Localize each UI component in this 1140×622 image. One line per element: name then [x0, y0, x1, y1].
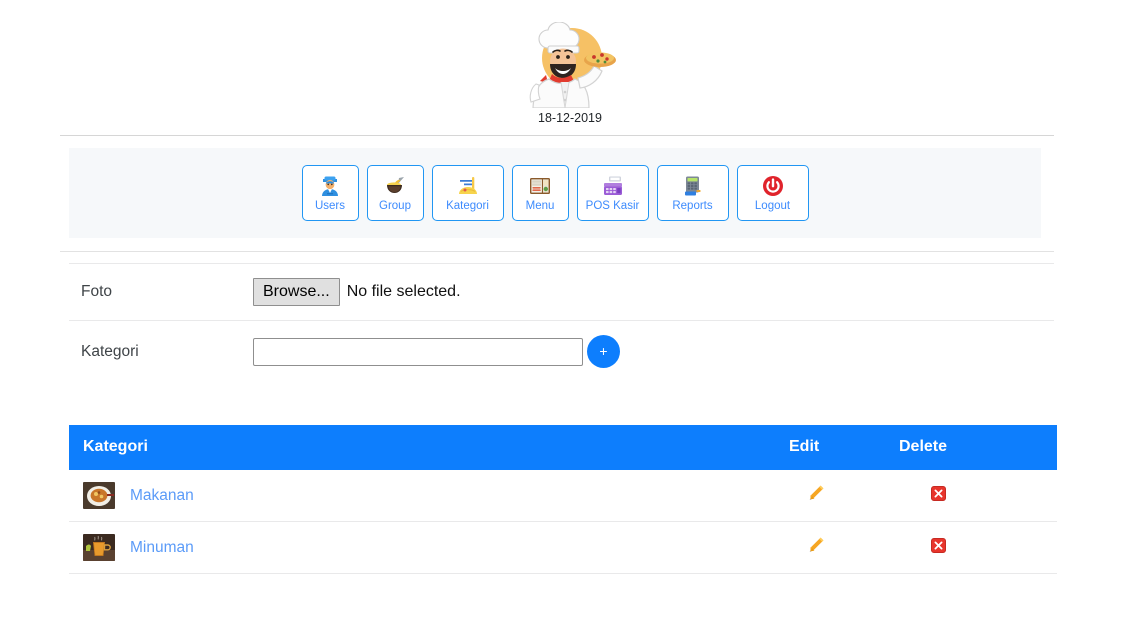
nav-button-reports[interactable]: Reports	[656, 165, 729, 221]
upload-form: Foto Browse... No file selected. Kategor…	[69, 263, 1054, 382]
file-status-text: No file selected.	[346, 283, 461, 300]
kategori-link[interactable]: Minuman	[130, 539, 194, 557]
form-row-kategori: Kategori +	[69, 320, 1054, 383]
calculator-icon	[681, 173, 705, 199]
power-icon	[761, 173, 785, 199]
kategori-cell-inner: Makanan	[69, 482, 789, 509]
nav-button-kategori[interactable]: Kategori	[431, 165, 504, 221]
nav-label: Users	[314, 200, 346, 212]
red-x-icon[interactable]	[931, 537, 946, 558]
bento-box-icon	[528, 173, 552, 199]
table-row: Makanan	[69, 470, 1057, 522]
kategori-table: Kategori Edit Delete Makanan Minuman	[69, 425, 1057, 574]
kategori-field-cell: +	[253, 321, 1054, 383]
nav-list: Users Group Kategori Menu POS Kasir Repo…	[301, 165, 809, 221]
nav-button-group[interactable]: Group	[366, 165, 424, 221]
nav-button-users[interactable]: Users	[301, 165, 359, 221]
table-header-row: Kategori Edit Delete	[69, 425, 1057, 470]
kategori-link[interactable]: Makanan	[130, 487, 194, 505]
nav-label: POS Kasir	[585, 200, 640, 212]
column-header-kategori: Kategori	[69, 425, 789, 470]
cell-kategori: Makanan	[69, 470, 789, 522]
table-row: Minuman	[69, 522, 1057, 574]
kategori-input[interactable]	[253, 337, 583, 366]
cell-delete	[899, 470, 1057, 522]
kategori-cell-inner: Minuman	[69, 534, 789, 561]
browse-button[interactable]: Browse...	[253, 278, 340, 306]
nav-label: Group	[379, 200, 411, 212]
chef-pizza-logo-icon	[529, 22, 616, 108]
add-kategori-button[interactable]: +	[587, 335, 620, 368]
table-head: Kategori Edit Delete	[69, 425, 1057, 470]
cash-register-icon	[601, 173, 625, 199]
brand-header: 18-12-2019	[0, 0, 1140, 126]
soup-bowl-photo-icon	[83, 482, 115, 509]
kategori-label: Kategori	[81, 342, 139, 360]
file-input[interactable]: Browse... No file selected.	[253, 278, 1054, 306]
cell-edit	[789, 470, 899, 522]
nav-label: Menu	[525, 200, 555, 212]
kategori-input-group: +	[253, 335, 1054, 368]
iced-tea-photo-icon	[83, 534, 115, 561]
form-row-foto: Foto Browse... No file selected.	[69, 263, 1054, 321]
bowl-with-spoon-icon	[383, 173, 407, 199]
cell-edit	[789, 522, 899, 574]
spaghetti-icon	[456, 173, 480, 199]
column-header-edit: Edit	[789, 425, 899, 470]
nav-label: Logout	[754, 200, 791, 212]
nav-label: Kategori	[446, 200, 489, 212]
nav-label: Reports	[672, 200, 713, 212]
table-body: Makanan Minuman	[69, 470, 1057, 574]
nav-button-menu[interactable]: Menu	[511, 165, 569, 221]
foto-field-cell: Browse... No file selected.	[253, 264, 1054, 321]
nav-button-logout[interactable]: Logout	[736, 165, 809, 221]
nav-divider	[60, 251, 1054, 252]
cell-kategori: Minuman	[69, 522, 789, 574]
main-nav-panel: Users Group Kategori Menu POS Kasir Repo…	[69, 148, 1041, 238]
pencil-icon[interactable]	[806, 483, 826, 508]
user-worker-icon	[318, 173, 342, 199]
cell-delete	[899, 522, 1057, 574]
red-x-icon[interactable]	[931, 485, 946, 506]
nav-button-pos-kasir[interactable]: POS Kasir	[576, 165, 649, 221]
header-date: 18-12-2019	[538, 111, 602, 125]
pencil-icon[interactable]	[806, 535, 826, 560]
kategori-table-wrap: Kategori Edit Delete Makanan Minuman	[69, 425, 1057, 574]
foto-label: Foto	[81, 283, 113, 300]
page-root: 18-12-2019 Users Group Kategori Menu POS…	[0, 0, 1140, 622]
column-header-delete: Delete	[899, 425, 1057, 470]
header-divider	[60, 135, 1054, 136]
